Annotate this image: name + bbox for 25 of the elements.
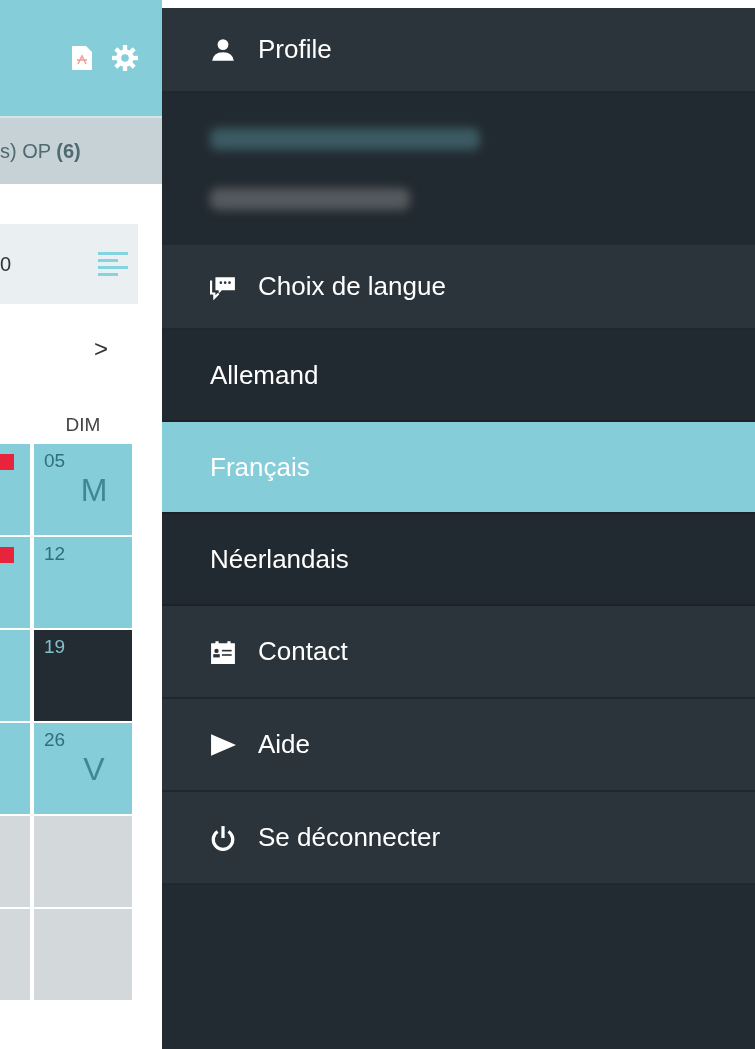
day-number: 05	[44, 450, 67, 472]
menu-header-label: Choix de langue	[258, 271, 446, 302]
power-icon	[210, 824, 236, 851]
day-number: 12	[44, 543, 67, 565]
play-icon	[210, 731, 236, 758]
lines-icon[interactable]	[98, 252, 128, 276]
calendar-cell[interactable]: 19	[34, 630, 132, 721]
settings-icon[interactable]	[112, 45, 138, 71]
pdf-icon[interactable]	[72, 46, 92, 70]
day-code: V	[83, 751, 105, 788]
day-header: DIM	[64, 413, 102, 437]
contact-card-icon	[210, 638, 236, 665]
next-button[interactable]: >	[90, 335, 112, 363]
day-number: 26	[44, 729, 67, 751]
menu-item[interactable]: Aide	[162, 699, 755, 792]
calendar-cell[interactable]	[34, 816, 132, 907]
user-icon	[210, 36, 236, 63]
day-code: M	[80, 472, 108, 509]
calendar-cell[interactable]	[34, 909, 132, 1000]
menu-item[interactable]: Se déconnecter	[162, 792, 755, 885]
menu-item[interactable]: Contact	[162, 606, 755, 699]
day-number: 19	[44, 636, 67, 658]
tab-label[interactable]: s) OP (6)	[0, 139, 81, 163]
summary-value: 0	[0, 252, 12, 276]
menu-header-label: Profile	[258, 34, 332, 65]
